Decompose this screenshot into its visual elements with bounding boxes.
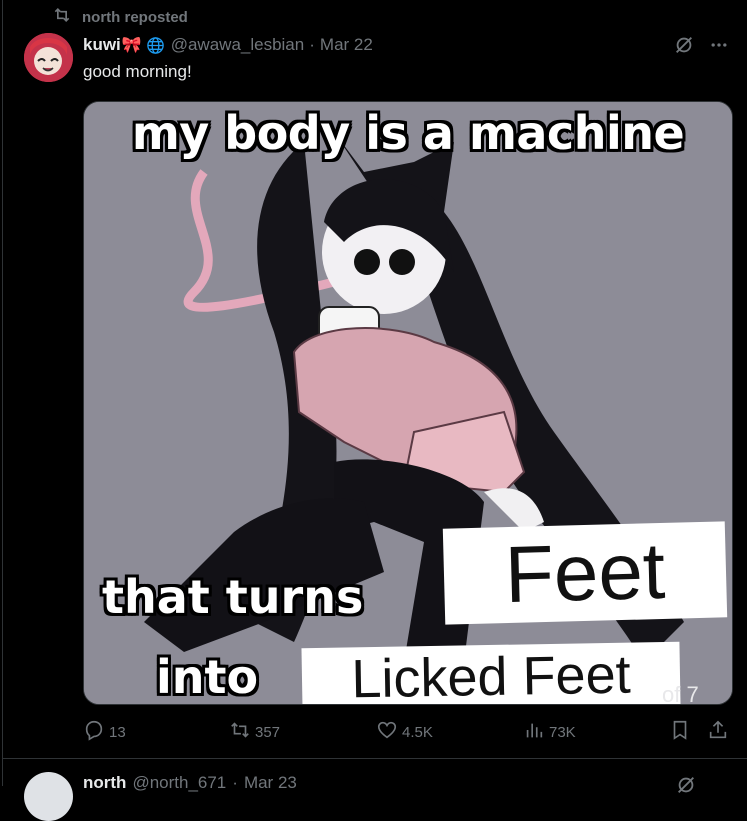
timestamp[interactable]: Mar 22 [320, 35, 373, 55]
views-button[interactable]: 73K [523, 719, 576, 745]
tweet-actions: 13 357 4.5K 73K [83, 719, 737, 743]
like-button[interactable]: 4.5K [376, 719, 433, 745]
globe-icon [146, 36, 165, 55]
separator: · [309, 35, 315, 54]
views-count: 73K [549, 723, 576, 741]
tweet-divider [2, 758, 747, 759]
next-tweet-header: north @north_671 · Mar 23 [83, 773, 297, 793]
timeline-border [2, 0, 3, 786]
next-handle[interactable]: @north_671 [132, 773, 226, 793]
more-icon[interactable] [709, 35, 729, 60]
repost-icon [229, 719, 251, 745]
bookmark-button[interactable] [669, 719, 691, 745]
repost-label: north reposted [82, 8, 188, 26]
next-display-name[interactable]: north [83, 773, 126, 793]
meme-caption-that-turns: that turns [102, 570, 364, 624]
repost-count: 357 [255, 723, 281, 741]
next-tweet-avatar[interactable] [24, 772, 73, 821]
repost-context[interactable]: north reposted [52, 7, 188, 27]
like-count: 4.5K [402, 723, 433, 741]
meme-caption-top: my body is a machine [131, 106, 685, 160]
grok-icon[interactable] [673, 34, 695, 61]
meme-watermark: of 7 [662, 682, 699, 705]
grok-icon[interactable] [675, 774, 697, 801]
tweet-media[interactable]: my body is a machine Feet that turns Lic… [83, 101, 733, 705]
views-icon [523, 719, 545, 745]
next-separator: · [232, 773, 238, 792]
avatar[interactable] [24, 33, 73, 82]
repost-icon [52, 5, 72, 29]
display-name[interactable]: kuwi [83, 35, 121, 55]
tweet-text: good morning! [83, 62, 192, 81]
meme-label-licked: Licked Feet [301, 641, 681, 704]
tweet-header: kuwi 🎀 @awawa_lesbian · Mar 22 [83, 34, 373, 56]
share-icon [707, 719, 729, 745]
name-emoji: 🎀 [121, 37, 142, 54]
handle[interactable]: @awawa_lesbian [171, 35, 305, 55]
reply-count: 13 [109, 723, 126, 741]
reply-icon [83, 719, 105, 745]
header-actions [673, 34, 729, 61]
meme-label-feet: Feet [442, 521, 728, 625]
next-timestamp[interactable]: Mar 23 [244, 773, 297, 793]
heart-icon [376, 719, 398, 745]
reply-button[interactable]: 13 [83, 719, 126, 745]
share-button[interactable] [707, 719, 729, 745]
bookmark-icon [669, 719, 691, 745]
repost-button[interactable]: 357 [229, 719, 280, 745]
meme-caption-into: into [156, 650, 259, 704]
